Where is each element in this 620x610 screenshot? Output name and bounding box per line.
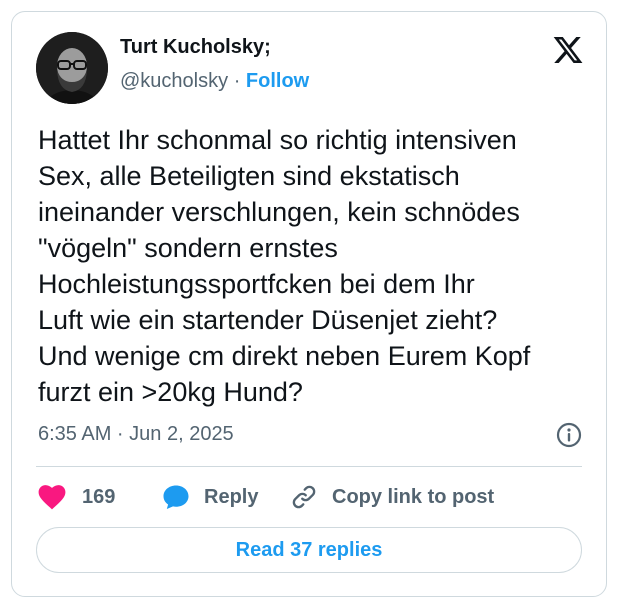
- copy-link-label: Copy link to post: [332, 485, 495, 508]
- tweet-card: Turt Kucholsky; @kucholsky · Follow Hatt…: [11, 11, 607, 597]
- timestamp[interactable]: 6:35 AM · Jun 2, 2025: [38, 423, 234, 446]
- info-icon[interactable]: [556, 422, 582, 448]
- copy-link-button[interactable]: Copy link to post: [290, 482, 494, 512]
- handle-row: @kucholsky · Follow: [120, 70, 309, 93]
- x-logo-icon[interactable]: [552, 34, 584, 66]
- divider: [36, 466, 582, 467]
- like-button[interactable]: 169: [38, 482, 115, 512]
- avatar-photo: [36, 32, 108, 104]
- avatar[interactable]: [36, 32, 108, 104]
- speech-bubble-icon: [163, 485, 189, 509]
- link-icon: [292, 485, 316, 509]
- tweet-text: Hattet Ihr schonmal so richtig intensive…: [38, 125, 531, 407]
- read-replies-button[interactable]: Read 37 replies: [36, 527, 582, 573]
- follow-button[interactable]: Follow: [246, 70, 309, 92]
- display-name[interactable]: Turt Kucholsky;: [120, 36, 271, 59]
- reply-label: Reply: [204, 485, 259, 508]
- like-count: 169: [82, 485, 116, 508]
- heart-icon: [38, 485, 66, 510]
- reply-button[interactable]: Reply: [162, 482, 258, 512]
- user-handle[interactable]: @kucholsky: [120, 70, 228, 92]
- separator: ·: [233, 70, 241, 92]
